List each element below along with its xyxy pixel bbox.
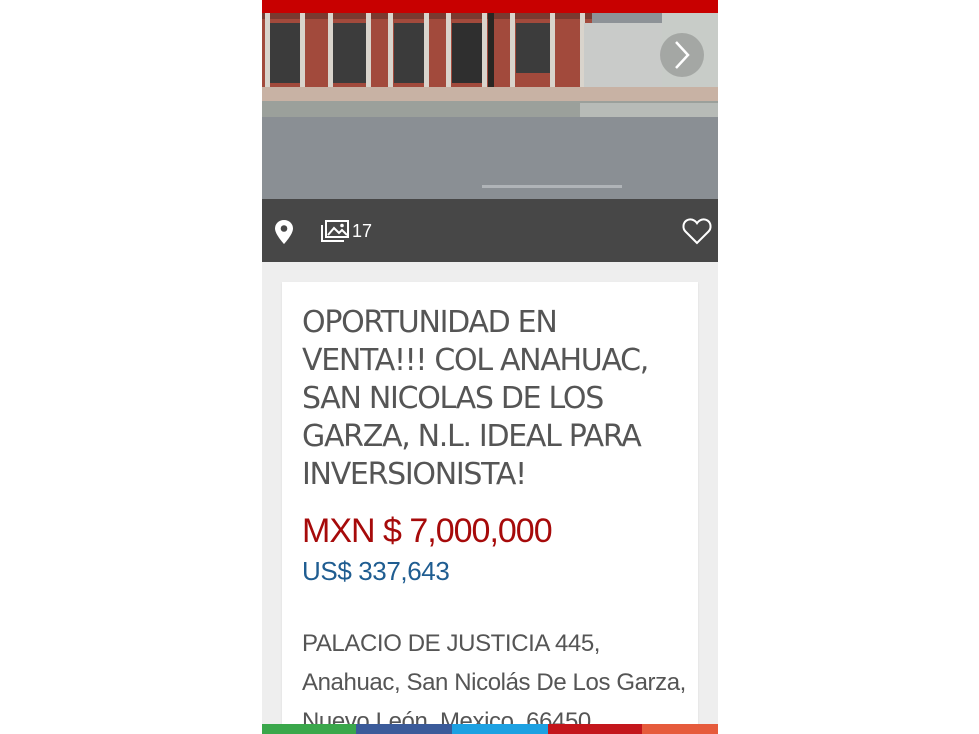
photo-count: 17 bbox=[352, 220, 373, 241]
photo-gallery-icon bbox=[321, 220, 349, 242]
listing-title: OPORTUNIDAD EN VENTA!!! COL ANAHUAC, SAN… bbox=[302, 305, 649, 492]
price-mxn: MXN $ 7,000,000 bbox=[302, 512, 553, 550]
top-bar bbox=[262, 0, 718, 13]
heart-icon[interactable] bbox=[682, 217, 712, 245]
house-photo-illustration bbox=[262, 13, 718, 199]
listing-photo[interactable] bbox=[262, 13, 718, 199]
listing-screen: 17 OPORTUNIDAD EN VENTA!!! COL ANAHUAC, … bbox=[262, 0, 718, 734]
listing-details-card: OPORTUNIDAD EN VENTA!!! COL ANAHUAC, SAN… bbox=[282, 282, 698, 734]
map-pin-icon[interactable] bbox=[274, 219, 294, 245]
price-usd: US$ 337,643 bbox=[302, 556, 450, 586]
next-photo-button[interactable] bbox=[660, 33, 704, 77]
share-twitter-button[interactable] bbox=[452, 724, 548, 734]
share-email-button[interactable] bbox=[548, 724, 642, 734]
chevron-right-icon bbox=[675, 41, 690, 69]
photo-gallery-button[interactable]: 17 bbox=[320, 219, 372, 243]
share-more-button[interactable] bbox=[642, 724, 718, 734]
share-bar bbox=[262, 724, 718, 734]
listing-address: PALACIO DE JUSTICIA 445, Anahuac, San Ni… bbox=[302, 630, 686, 734]
share-facebook-button[interactable] bbox=[356, 724, 452, 734]
photo-toolbar: 17 bbox=[262, 199, 718, 262]
share-whatsapp-button[interactable] bbox=[262, 724, 356, 734]
